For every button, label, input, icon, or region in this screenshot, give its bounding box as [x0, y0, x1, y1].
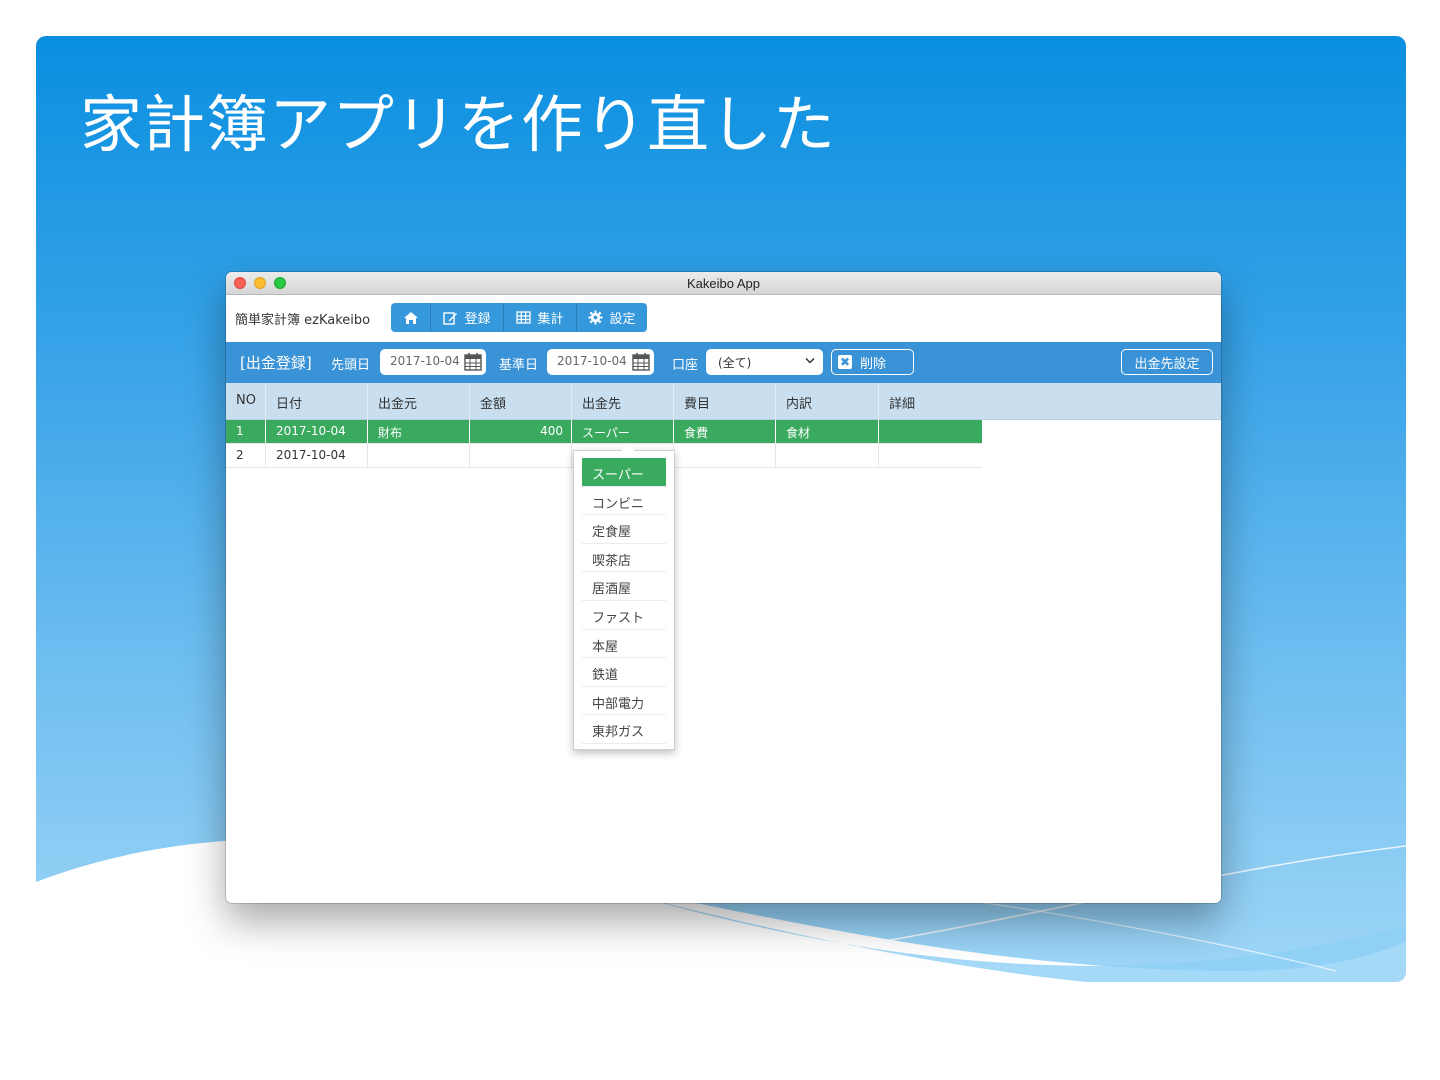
home-button[interactable]	[391, 303, 431, 332]
cell-breakdown[interactable]	[776, 444, 879, 467]
nav-button-group: 登録 集計 設定	[391, 303, 647, 332]
dropdown-option[interactable]: 定食屋	[582, 515, 666, 544]
base-date-value: 2017-10-04	[557, 354, 627, 368]
window-titlebar: Kakeibo App	[226, 272, 1221, 295]
cell-category[interactable]	[674, 444, 776, 467]
account-select-value: (全て)	[718, 356, 752, 370]
column-header-no[interactable]: NO	[226, 383, 266, 419]
cell-date[interactable]: 2017-10-04	[266, 420, 368, 443]
cell-detail[interactable]	[879, 444, 982, 467]
destination-settings-button[interactable]: 出金先設定	[1121, 349, 1213, 375]
cell-no[interactable]: 2	[226, 444, 266, 467]
column-header-amount[interactable]: 金額	[470, 383, 572, 419]
dropdown-option[interactable]: 東邦ガス	[582, 715, 666, 744]
window-title: Kakeibo App	[686, 276, 760, 291]
summary-button[interactable]: 集計	[504, 303, 577, 332]
cell-detail[interactable]	[879, 420, 982, 443]
table-row[interactable]: 1 2017-10-04 財布 400 スーパー 食費 食材	[226, 420, 982, 444]
column-header-breakdown[interactable]: 内訳	[776, 383, 879, 419]
home-icon	[403, 311, 418, 324]
column-header-date[interactable]: 日付	[266, 383, 368, 419]
register-button[interactable]: 登録	[431, 303, 504, 332]
destination-settings-label: 出金先設定	[1134, 356, 1200, 372]
calendar-icon[interactable]	[632, 352, 650, 371]
column-header-detail[interactable]: 詳細	[879, 383, 1221, 419]
dropdown-option[interactable]: ファスト	[582, 601, 666, 630]
cell-date[interactable]: 2017-10-04	[266, 444, 368, 467]
cell-breakdown[interactable]: 食材	[776, 420, 879, 443]
account-select[interactable]: (全て)	[706, 349, 823, 375]
start-date-value: 2017-10-04	[390, 354, 460, 368]
cell-destination[interactable]: スーパー	[572, 420, 674, 443]
toolbar-title: [出金登録]	[240, 354, 312, 372]
cell-source[interactable]: 財布	[368, 420, 470, 443]
start-date-label: 先頭日	[331, 358, 371, 373]
base-date-label: 基準日	[499, 358, 539, 373]
settings-button[interactable]: 設定	[577, 303, 647, 332]
delete-button[interactable]: ✖ 削除	[831, 349, 914, 375]
delete-label: 削除	[860, 356, 887, 372]
cell-amount[interactable]: 400	[470, 420, 572, 443]
dropdown-option[interactable]: スーパー	[582, 458, 666, 487]
destination-dropdown: スーパー コンビニ 定食屋 喫茶店 居酒屋 ファスト 本屋 鉄道 中部電力 東邦…	[573, 444, 675, 750]
start-date-input[interactable]: 2017-10-04	[380, 349, 486, 375]
table-icon	[516, 311, 532, 324]
dropdown-option[interactable]: 鉄道	[582, 658, 666, 687]
navbar: 簡単家計簿 ezKakeibo 登録 集計 設定	[226, 295, 1221, 342]
close-icon: ✖	[838, 355, 852, 369]
settings-label: 設定	[609, 312, 636, 327]
dropdown-option[interactable]: 本屋	[582, 630, 666, 659]
dropdown-option[interactable]: 中部電力	[582, 687, 666, 716]
register-label: 登録	[464, 312, 491, 327]
dropdown-pointer	[621, 444, 635, 451]
account-label: 口座	[672, 358, 699, 373]
edit-icon	[443, 311, 458, 325]
cell-source[interactable]	[368, 444, 470, 467]
column-header-category[interactable]: 費目	[674, 383, 776, 419]
entry-toolbar: [出金登録] 先頭日 2017-10-04 基準日 2017-10-04 口座 …	[226, 342, 1221, 383]
dropdown-option[interactable]: コンビニ	[582, 487, 666, 516]
slide-title: 家計簿アプリを作り直した	[80, 88, 837, 161]
base-date-input[interactable]: 2017-10-04	[547, 349, 654, 375]
cell-category[interactable]: 食費	[674, 420, 776, 443]
dropdown-option[interactable]: 居酒屋	[582, 572, 666, 601]
app-window: Kakeibo App 簡単家計簿 ezKakeibo 登録 集計 設定 [出金…	[226, 272, 1221, 903]
summary-label: 集計	[537, 312, 564, 327]
cell-amount[interactable]	[470, 444, 572, 467]
column-header-destination[interactable]: 出金先	[572, 383, 674, 419]
gear-icon	[588, 310, 604, 325]
app-brand: 簡単家計簿 ezKakeibo	[235, 313, 371, 328]
calendar-icon[interactable]	[464, 352, 482, 371]
table-header: NO 日付 出金元 金額 出金先 費目 内訳 詳細	[226, 383, 1221, 420]
chevron-down-icon	[805, 357, 815, 364]
cell-no[interactable]: 1	[226, 420, 266, 443]
column-header-source[interactable]: 出金元	[368, 383, 470, 419]
dropdown-option[interactable]: 喫茶店	[582, 544, 666, 573]
